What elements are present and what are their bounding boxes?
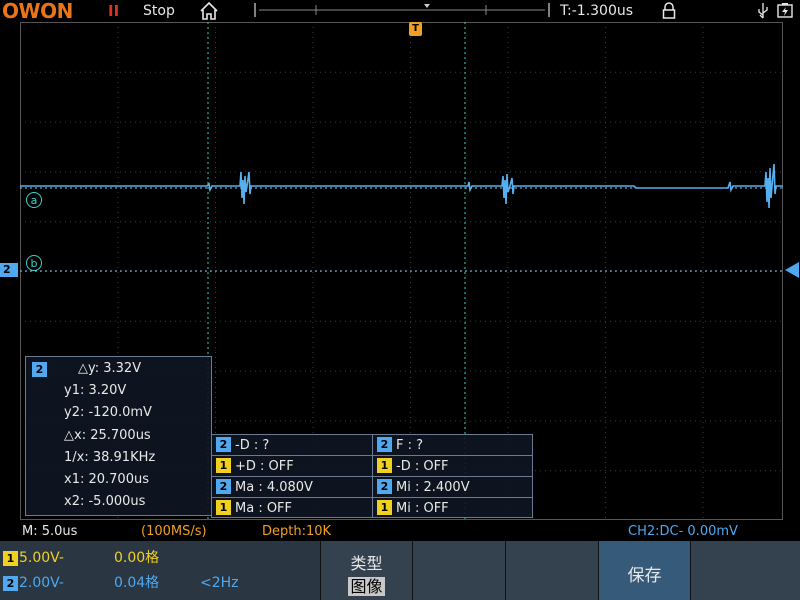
battery-icon: [777, 3, 793, 18]
ch1-offset: 0.00格: [114, 550, 160, 566]
channel-badge: 2: [377, 479, 392, 494]
measure-value: -D : ?: [235, 438, 270, 453]
channel-badge: 1: [216, 458, 231, 473]
measure-value: Mi : OFF: [396, 501, 449, 516]
ch2-scale: 2.00V-: [19, 575, 64, 591]
softkey-save-label: 保存: [627, 566, 662, 586]
softkey-type-label: 类型: [350, 554, 383, 573]
measure-cell: 1 Ma : OFF: [212, 498, 292, 519]
cursor-x1: x1: 20.700us: [64, 472, 149, 487]
cursor-a-marker[interactable]: a: [26, 192, 42, 208]
run-stop-indicator: II: [108, 2, 120, 20]
measure-value: Mi : 2.400V: [396, 480, 470, 495]
timebase: M: 5.0us: [22, 524, 78, 539]
channel-badge: 1: [377, 458, 392, 473]
trigger-time: T:-1.300us: [560, 3, 634, 19]
measure-cell: 2 -D : ?: [212, 435, 269, 456]
channel-badge: 2: [377, 437, 392, 452]
cursor-x2: x2: -5.000us: [64, 494, 146, 509]
owon-logo: OWON: [2, 0, 73, 23]
cursor-b-marker[interactable]: b: [26, 255, 42, 271]
trigger-level-marker[interactable]: [785, 262, 799, 278]
softkey-type[interactable]: 类型 图像: [320, 541, 412, 600]
cursor-measurement-panel: 2 △y: 3.32V y1: 3.20V y2: -120.0mV △x: 2…: [25, 356, 212, 516]
ch1-scale: 5.00V-: [19, 550, 64, 566]
measure-cell: 2 F : ?: [373, 435, 423, 456]
waveform-position-bar[interactable]: [254, 2, 550, 18]
bottom-bar: 1 5.00V- 0.00格 2 2.00V- 0.04格 <2Hz 类型 图像…: [0, 541, 800, 600]
cursor-inverse-x: 1/x: 38.91KHz: [64, 450, 156, 465]
measure-value: -D : OFF: [396, 459, 449, 474]
measure-cell: 1 Mi : OFF: [373, 498, 449, 519]
cursor-y2: y2: -120.0mV: [64, 405, 152, 420]
measure-value: Ma : 4.080V: [235, 480, 313, 495]
acquisition-state: Stop: [143, 3, 175, 19]
home-icon[interactable]: [199, 1, 219, 21]
measure-cell: 1 +D : OFF: [212, 456, 294, 477]
measure-value: Ma : OFF: [235, 501, 293, 516]
ch2-badge: 2: [3, 576, 18, 591]
channel-badge: 1: [216, 500, 231, 515]
softkey-type-value-wrap: 图像: [321, 573, 412, 597]
measure-cell: 2 Ma : 4.080V: [212, 477, 313, 498]
cursor-delta-x: △x: 25.700us: [64, 428, 151, 443]
measure-cell: 2 Mi : 2.400V: [373, 477, 470, 498]
measure-value: +D : OFF: [235, 459, 294, 474]
channel-badge: 2: [216, 479, 231, 494]
trigger-position-marker[interactable]: T: [409, 22, 422, 36]
channel2-level-marker[interactable]: 2: [0, 263, 18, 277]
cursor-y1: y1: 3.20V: [64, 383, 127, 398]
top-status-bar: OWON II Stop T:-1.300us: [0, 0, 800, 22]
channel2-waveform: [20, 163, 783, 209]
softkey-empty-3[interactable]: [690, 541, 800, 600]
ch1-badge: 1: [3, 551, 18, 566]
measurement-panel: 2 -D : ? 2 F : ? 1 +D : OFF 1 -D : OFF 2 Ma :…: [211, 434, 533, 518]
measure-cell: 1 -D : OFF: [373, 456, 449, 477]
ch2-offset: 0.04格: [114, 575, 160, 591]
trigger-info: CH2:DC- 0.00mV: [628, 524, 738, 539]
cursor-delta-y: △y: 3.32V: [78, 361, 142, 376]
softkey-empty-1[interactable]: [412, 541, 505, 600]
softkey-empty-2[interactable]: [505, 541, 598, 600]
channel-settings[interactable]: 1 5.00V- 0.00格 2 2.00V- 0.04格 <2Hz: [0, 541, 320, 600]
acquisition-info-bar: M: 5.0us (100MS/s) Depth:10K CH2:DC- 0.0…: [0, 523, 800, 541]
usb-icon: [758, 3, 768, 19]
channel-badge: 1: [377, 500, 392, 515]
record-depth: Depth:10K: [262, 524, 332, 539]
sample-rate: (100MS/s): [141, 524, 207, 539]
measure-value: F : ?: [396, 438, 424, 453]
channel-badge: 2: [216, 437, 231, 452]
ch2-frequency: <2Hz: [200, 575, 239, 591]
lock-icon: [662, 2, 676, 19]
softkey-type-value: 图像: [348, 577, 385, 596]
cursor-channel-badge: 2: [32, 362, 47, 377]
softkey-save[interactable]: 保存: [598, 541, 690, 600]
